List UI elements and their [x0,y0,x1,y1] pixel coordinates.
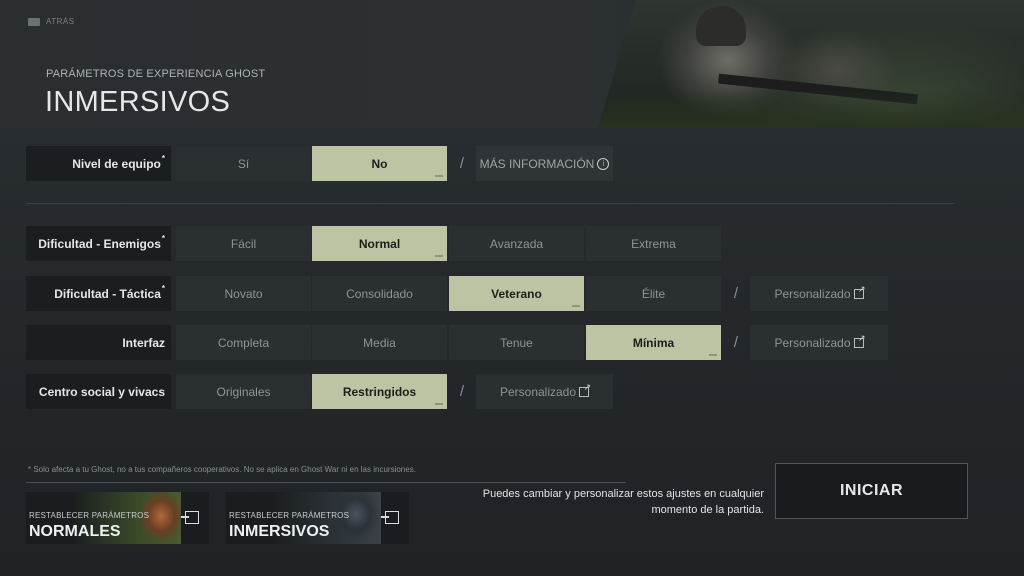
option-veterano[interactable]: Veterano [449,276,584,311]
custom-button[interactable]: Personalizado [476,374,613,409]
page-title: INMERSIVOS [45,86,231,118]
setting-label: Centro social y vivacs [26,374,171,409]
setting-row-tactical-difficulty: Dificultad - Táctica * Novato Consolidado… [26,276,896,311]
soldier-helmet-shape [696,6,746,46]
option-normal[interactable]: Normal [312,226,447,261]
grass-shape [598,88,1024,128]
setting-label: Nivel de equipo * [26,146,171,181]
setting-label: Dificultad - Enemigos * [26,226,171,261]
option-originales[interactable]: Originales [176,374,311,409]
divider [26,203,954,204]
reset-icon [381,511,399,524]
preset-line1: RESTABLECER PARÁMETROS [29,511,150,520]
separator-slash: / [459,383,465,400]
reset-immersive-button[interactable]: RESTABLECER PARÁMETROS INMERSIVOS [226,492,409,544]
setting-label: Interfaz [26,325,171,360]
option-tenue[interactable]: Tenue [449,325,584,360]
option-extrema[interactable]: Extrema [586,226,721,261]
setting-row-gear-level: Nivel de equipo * Sí No / MÁS INFORMACIÓN… [26,146,626,181]
preset-line2: NORMALES [29,523,121,540]
external-link-icon [853,333,866,348]
option-elite[interactable]: Élite [586,276,721,311]
page-subtitle: PARÁMETROS DE EXPERIENCIA GHOST [46,68,266,80]
footer-divider [26,482,626,483]
custom-button[interactable]: Personalizado [750,325,888,360]
preset-line1: RESTABLECER PARÁMETROS [229,511,350,520]
back-label: ATRÁS [46,17,75,26]
external-link-icon [579,382,591,397]
external-link-icon [853,284,866,299]
footnote: * Solo afecta a tu Ghost, no a tus compa… [28,465,416,474]
option-no[interactable]: No [312,146,447,181]
option-restringidos[interactable]: Restringidos [312,374,447,409]
option-novato[interactable]: Novato [176,276,311,311]
reset-normal-button[interactable]: RESTABLECER PARÁMETROS NORMALES [26,492,209,544]
option-completa[interactable]: Completa [176,325,311,360]
start-button[interactable]: INICIAR [775,463,968,519]
preset-line2: INMERSIVOS [229,523,330,540]
reset-icon [181,511,199,524]
hint-text: Puedes cambiar y personalizar estos ajus… [482,488,764,516]
info-icon: i [597,157,610,170]
option-avanzada[interactable]: Avanzada [449,226,584,261]
more-info-button[interactable]: MÁS INFORMACIÓN i [476,146,613,181]
option-consolidado[interactable]: Consolidado [312,276,447,311]
separator-slash: / [733,334,739,351]
back-key-icon [28,17,40,26]
hero-image [598,0,1024,128]
separator-slash: / [459,155,465,172]
setting-row-social-hub: Centro social y vivacs Originales Restri… [26,374,626,409]
back-button[interactable]: ATRÁS [28,17,75,26]
setting-row-interface: Interfaz Completa Media Tenue Mínima / P… [26,325,896,360]
option-facil[interactable]: Fácil [176,226,311,261]
custom-button[interactable]: Personalizado [750,276,888,311]
setting-row-enemy-difficulty: Dificultad - Enemigos * Fácil Normal Avan… [26,226,726,261]
option-media[interactable]: Media [312,325,447,360]
option-minima[interactable]: Mínima [586,325,721,360]
option-si[interactable]: Sí [176,146,311,181]
setting-label: Dificultad - Táctica * [26,276,171,311]
separator-slash: / [733,285,739,302]
